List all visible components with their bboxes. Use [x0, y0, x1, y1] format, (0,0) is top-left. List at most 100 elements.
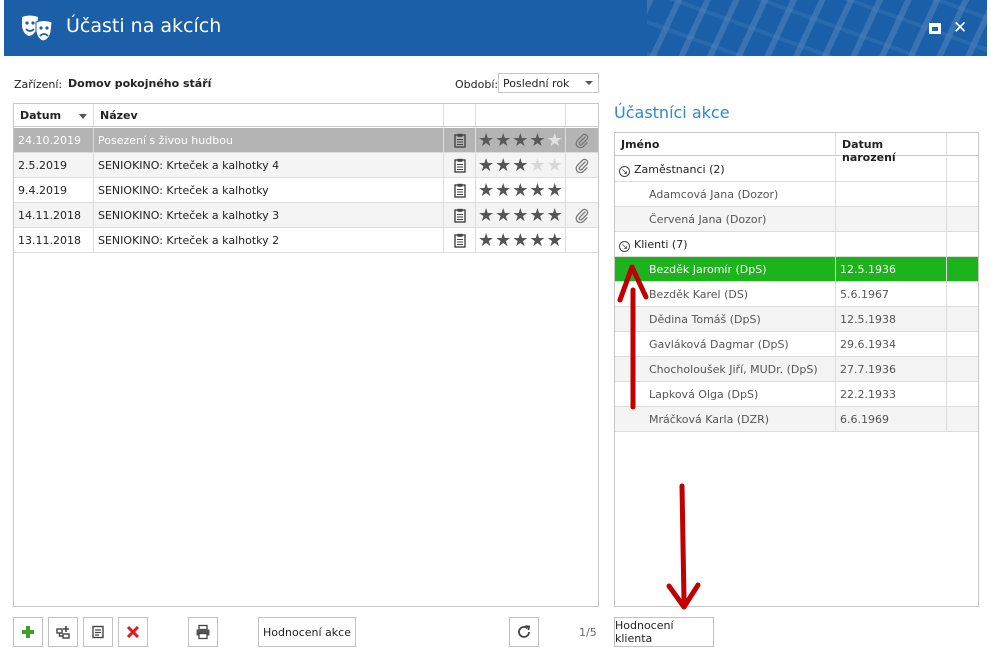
period-select[interactable]: Poslední rok: [498, 73, 599, 93]
star-icon[interactable]: ★: [529, 181, 545, 199]
clipboard-icon[interactable]: [444, 228, 476, 252]
participant-row[interactable]: Adamcová Jana (Dozor): [615, 182, 978, 207]
event-row[interactable]: 9.4.2019 SENIOKINO: Krteček a kalhotky ★ ★ ★…: [14, 178, 598, 203]
clipboard-icon[interactable]: [444, 128, 476, 152]
close-button[interactable]: ✕: [953, 20, 967, 37]
edit-note-icon: [92, 625, 104, 639]
printer-icon: [196, 624, 210, 640]
star-icon[interactable]: ★: [547, 181, 563, 199]
rating-stars[interactable]: ★ ★ ★ ★ ★: [476, 203, 566, 227]
star-icon[interactable]: ★: [547, 131, 563, 149]
star-icon[interactable]: ★: [512, 231, 528, 249]
participant-row[interactable]: Gavláková Dagmar (DpS) 29.6.1934: [615, 332, 978, 357]
pager: 1/5: [579, 626, 597, 639]
participant-row[interactable]: Červená Jana (Dozor): [615, 207, 978, 232]
star-icon[interactable]: ★: [547, 231, 563, 249]
star-icon[interactable]: ★: [512, 206, 528, 224]
participant-extra-cell: [947, 182, 978, 206]
participant-row[interactable]: Mráčková Karla (DZR) 6.6.1969: [615, 407, 978, 432]
star-icon[interactable]: ★: [529, 206, 545, 224]
star-icon[interactable]: ★: [512, 181, 528, 199]
participant-row[interactable]: Bezděk Karel (DS) 5.6.1967: [615, 282, 978, 307]
participant-extra-cell: [947, 257, 978, 281]
theater-masks-icon: [22, 15, 53, 42]
participant-name: Dědina Tomáš (DpS): [615, 307, 836, 331]
event-row[interactable]: 24.10.2019 Posezení s živou hudbou ★ ★ ★ ★ ★: [14, 128, 598, 153]
star-icon[interactable]: ★: [529, 131, 545, 149]
column-header-participant-name[interactable]: Jméno: [615, 133, 836, 155]
participant-row[interactable]: Chocholoušek Jiří, MUDr. (DpS) 27.7.1936: [615, 357, 978, 382]
participant-row[interactable]: Bezděk Jaromír (DpS) 12.5.1936: [615, 257, 978, 282]
participant-birth-date: 22.2.1933: [836, 382, 947, 406]
participants-title: Účastníci akce: [614, 103, 730, 122]
column-header-birth-date[interactable]: Datum narození: [836, 133, 947, 164]
edit-button[interactable]: [83, 617, 113, 647]
star-icon[interactable]: ★: [495, 231, 511, 249]
participant-extra-cell: [947, 332, 978, 356]
participant-birth-date: 6.6.1969: [836, 407, 947, 431]
paperclip-icon[interactable]: [566, 128, 598, 152]
rating-stars[interactable]: ★ ★ ★ ★ ★: [476, 153, 566, 177]
participant-birth-date: 12.5.1936: [836, 257, 947, 281]
star-icon[interactable]: ★: [478, 156, 494, 174]
column-header-date[interactable]: Datum: [14, 104, 94, 126]
participant-birth-date: 29.6.1934: [836, 332, 947, 356]
event-row[interactable]: 14.11.2018 SENIOKINO: Krteček a kalhotky …: [14, 203, 598, 228]
group-empty-cell: [947, 232, 978, 256]
participant-group-row[interactable]: ↘ Klienti (7): [615, 232, 978, 257]
column-header-note[interactable]: [444, 104, 476, 126]
column-header-rating[interactable]: [476, 104, 566, 126]
star-icon[interactable]: ★: [478, 131, 494, 149]
maximize-button[interactable]: [929, 23, 941, 34]
delete-button[interactable]: [118, 617, 148, 647]
event-date: 9.4.2019: [14, 178, 94, 202]
column-header-extra[interactable]: [947, 133, 978, 155]
star-icon[interactable]: ★: [495, 206, 511, 224]
column-header-attachment[interactable]: [566, 104, 598, 126]
clipboard-icon[interactable]: [444, 178, 476, 202]
collapse-toggle-icon[interactable]: ↘: [619, 241, 630, 252]
attachment-cell: [566, 178, 598, 202]
collapse-toggle-icon[interactable]: ↘: [619, 166, 630, 177]
paperclip-icon[interactable]: [566, 203, 598, 227]
star-icon[interactable]: ★: [478, 181, 494, 199]
event-row[interactable]: 2.5.2019 SENIOKINO: Krteček a kalhotky 4 ★…: [14, 153, 598, 178]
rating-stars[interactable]: ★ ★ ★ ★ ★: [476, 178, 566, 202]
star-icon[interactable]: ★: [547, 156, 563, 174]
star-icon[interactable]: ★: [478, 206, 494, 224]
window-title: Účasti na akcích: [66, 15, 222, 37]
chevron-down-icon: [585, 81, 593, 85]
participant-extra-cell: [947, 307, 978, 331]
star-icon[interactable]: ★: [495, 181, 511, 199]
star-icon[interactable]: ★: [529, 156, 545, 174]
print-button[interactable]: [188, 617, 218, 647]
rate-event-button[interactable]: Hodnocení akce: [258, 617, 356, 647]
add-subitem-button[interactable]: [48, 617, 78, 647]
participant-row[interactable]: Lapková Olga (DpS) 22.2.1933: [615, 382, 978, 407]
star-icon[interactable]: ★: [495, 131, 511, 149]
rating-stars[interactable]: ★ ★ ★ ★ ★: [476, 228, 566, 252]
participant-row[interactable]: Dědina Tomáš (DpS) 12.5.1938: [615, 307, 978, 332]
star-icon[interactable]: ★: [512, 156, 528, 174]
star-icon[interactable]: ★: [547, 206, 563, 224]
participant-birth-date: [836, 182, 947, 206]
participant-name: Bezděk Karel (DS): [615, 282, 836, 306]
paperclip-icon[interactable]: [566, 153, 598, 177]
star-icon[interactable]: ★: [529, 231, 545, 249]
clipboard-icon[interactable]: [444, 153, 476, 177]
refresh-button[interactable]: [509, 617, 539, 647]
add-button[interactable]: [13, 617, 43, 647]
star-icon[interactable]: ★: [495, 156, 511, 174]
participant-group-row[interactable]: ↘ Zaměstnanci (2): [615, 157, 978, 182]
star-icon[interactable]: ★: [478, 231, 494, 249]
rate-client-button[interactable]: Hodnocení klienta: [614, 617, 714, 647]
column-header-name[interactable]: Název: [94, 104, 444, 126]
participant-name: Bezděk Jaromír (DpS): [615, 257, 836, 281]
clipboard-icon[interactable]: [444, 203, 476, 227]
rating-stars[interactable]: ★ ★ ★ ★ ★: [476, 128, 566, 152]
event-row[interactable]: 13.11.2018 SENIOKINO: Krteček a kalhotky …: [14, 228, 598, 253]
star-icon[interactable]: ★: [512, 131, 528, 149]
participant-extra-cell: [947, 407, 978, 431]
event-date: 2.5.2019: [14, 153, 94, 177]
add-tree-icon: [56, 626, 70, 639]
